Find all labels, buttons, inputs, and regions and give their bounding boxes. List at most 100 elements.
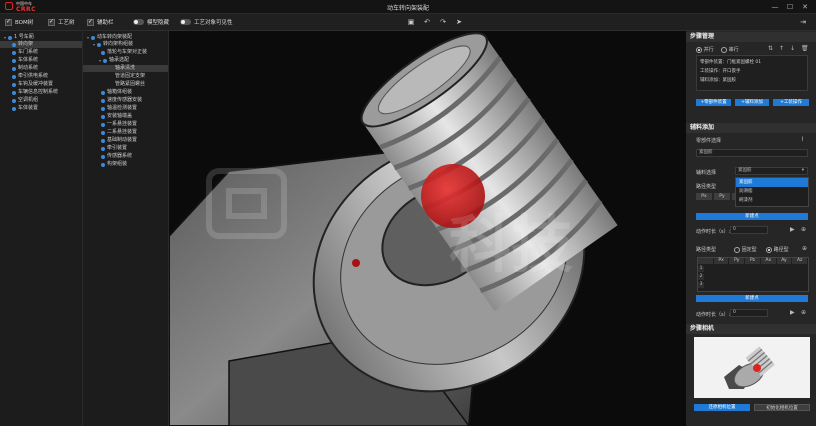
tree-item[interactable]: 管道固定支架 bbox=[115, 73, 145, 80]
add-aux-button[interactable]: +辅料添加 bbox=[735, 99, 769, 106]
bom-tree-panel: ▾ 1 号车厢 转向架 车门系统 车体系统 制动系统 牵引供电系统 车钩及缓冲装置… bbox=[0, 31, 83, 426]
add-icon[interactable]: ⊕ bbox=[802, 245, 807, 252]
tree-item[interactable]: 安装轴端盖 bbox=[101, 113, 132, 120]
minimize-icon[interactable]: — bbox=[770, 2, 780, 12]
process-visible-toggle[interactable]: 工艺对象可见性 bbox=[180, 18, 233, 26]
aux-dropdown-menu[interactable]: 紧固胶 润滑脂 刷漆剂 bbox=[735, 177, 809, 207]
parallel-radio[interactable]: 并行 bbox=[696, 46, 714, 53]
aux-select-label: 辅料选择 bbox=[696, 170, 717, 176]
new-point-button[interactable]: 新建点 bbox=[696, 213, 808, 220]
tree-item[interactable]: 构架组装 bbox=[101, 161, 127, 168]
title-bar: 中国中车 CRRC 动车转向架装配 — ☐ ✕ bbox=[0, 0, 816, 14]
duration-input[interactable]: 0 bbox=[730, 226, 768, 234]
maximize-icon[interactable]: ☐ bbox=[785, 2, 795, 12]
new-point-button2[interactable]: 新建点 bbox=[696, 295, 808, 302]
move-down-icon[interactable]: ↓ bbox=[790, 45, 795, 52]
dropdown-option[interactable]: 刷漆剂 bbox=[736, 196, 808, 205]
tree-item[interactable]: 基础制动装置 bbox=[101, 137, 137, 144]
path-type-label2: 路径类型 bbox=[696, 247, 717, 253]
bolt-model: 科技 bbox=[169, 32, 618, 426]
step-line: 工装操作：开口扳手 bbox=[700, 69, 741, 74]
move-up-icon[interactable]: ↑ bbox=[779, 45, 784, 52]
delete-icon[interactable]: 🗑 bbox=[801, 45, 809, 52]
camera-header: 步骤相机 bbox=[686, 324, 816, 334]
tree-item-car1[interactable]: ▾ 1 号车厢 bbox=[4, 34, 34, 41]
3d-viewport[interactable]: 科技 bbox=[169, 31, 686, 426]
part-field[interactable]: 紧固胶 bbox=[696, 149, 808, 157]
dropdown-option[interactable]: 润滑脂 bbox=[736, 187, 808, 196]
col-header: Py bbox=[729, 258, 746, 264]
table-row[interactable]: 2 bbox=[698, 273, 704, 280]
add-icon[interactable]: ⊕ bbox=[801, 309, 806, 316]
tree-item[interactable]: 传感器系统 bbox=[101, 153, 132, 160]
add-tool-button[interactable]: +工装操作 bbox=[773, 99, 809, 106]
step-mgmt-header: 步骤管理 bbox=[686, 32, 816, 42]
redo-icon[interactable]: ↷ bbox=[438, 17, 448, 27]
duration-label2: 动作时长（s）: bbox=[696, 312, 731, 318]
table-row[interactable]: 1 bbox=[698, 265, 704, 272]
tree-item[interactable]: 车门系统 bbox=[12, 49, 38, 56]
aux-header: 辅料添加 bbox=[686, 123, 816, 133]
path-radio[interactable]: 路径型 bbox=[766, 246, 789, 253]
send-icon[interactable]: ➤ bbox=[454, 17, 464, 27]
tree-item[interactable]: 制动系统 bbox=[12, 65, 38, 72]
col-header: Px bbox=[713, 258, 730, 264]
col-header: Pz bbox=[745, 258, 761, 264]
tree-item[interactable]: 速度传感器安装 bbox=[101, 97, 142, 104]
assist-bar-checkbox[interactable]: 辅助栏 bbox=[87, 18, 114, 26]
tree-item-selected[interactable]: 轴承清洗 bbox=[83, 65, 168, 72]
exit-icon[interactable]: ⇥ bbox=[798, 17, 808, 27]
tree-item-bogie[interactable]: 转向架 bbox=[0, 41, 82, 48]
tree-item[interactable]: 管路紧固螺丝 bbox=[115, 81, 145, 88]
restore-camera-button[interactable]: 还原相机位置 bbox=[694, 404, 750, 411]
bom-tree-checkbox[interactable]: BOM树 bbox=[5, 18, 33, 26]
tree-item[interactable]: 牵引装置 bbox=[101, 145, 127, 152]
tree-item[interactable]: 轴温检测装置 bbox=[101, 105, 137, 112]
duration-label: 动作时长（s）: bbox=[696, 229, 731, 235]
dropdown-option[interactable]: 紧固胶 bbox=[736, 178, 808, 187]
fixed-radio[interactable]: 固定型 bbox=[734, 246, 757, 253]
tree-item[interactable]: ▾ 轴承选配 bbox=[99, 57, 129, 64]
step-list[interactable]: 零部件装置：门框紧固螺栓 01 工装操作：开口扳手 辅料添加：紧固胶 bbox=[696, 55, 808, 91]
tree-item-root[interactable]: ▾ 动车转向架装配 bbox=[87, 34, 132, 41]
tree-item[interactable]: 空调机组 bbox=[12, 97, 38, 104]
play-icon[interactable]: ▶ bbox=[790, 309, 795, 316]
tree-item[interactable]: ▾ 转向架构组装 bbox=[93, 41, 133, 48]
watermark-text: 科技 bbox=[449, 208, 573, 281]
aux-select[interactable]: 紧固胶 ▾ bbox=[735, 167, 808, 175]
tree-item[interactable]: 二系悬挂装置 bbox=[101, 129, 137, 136]
path-table[interactable]: Px Py Pz Ax Ay Az 1 2 3 bbox=[697, 257, 809, 292]
col-header: Ax bbox=[760, 258, 777, 264]
window-title: 动车转向架装配 bbox=[386, 5, 429, 12]
duration-input2[interactable]: 0 bbox=[730, 309, 768, 317]
tree-item[interactable]: 车体装置 bbox=[12, 105, 38, 112]
tree-item[interactable]: 车钩及缓冲装置 bbox=[12, 81, 53, 88]
serial-radio[interactable]: 串行 bbox=[721, 46, 739, 53]
table-row[interactable]: 3 bbox=[698, 281, 704, 288]
step-line: 零部件装置：门框紧固螺栓 01 bbox=[700, 60, 762, 65]
init-camera-button[interactable]: 初始化相机位置 bbox=[754, 404, 810, 411]
tree-item[interactable]: 牵引供电系统 bbox=[12, 73, 48, 80]
chart-icon[interactable]: ⌇ bbox=[801, 136, 804, 143]
col-header bbox=[698, 258, 714, 264]
tree-item[interactable]: 轴箱体组装 bbox=[101, 89, 132, 96]
process-tree-panel: ▾ 动车转向架装配 ▾ 转向架构组装 落轮与车架对正装 ▾ 轴承选配 轴承清洗 管道固… bbox=[83, 31, 169, 426]
model-hide-toggle[interactable]: 模型隐藏 bbox=[133, 18, 169, 26]
undo-icon[interactable]: ↶ bbox=[422, 17, 432, 27]
process-tree-checkbox[interactable]: 工艺树 bbox=[48, 18, 75, 26]
add-icon[interactable]: ⊕ bbox=[801, 226, 806, 233]
col-header: Ay bbox=[776, 258, 793, 264]
col-py: Py bbox=[714, 193, 730, 200]
add-part-button[interactable]: +零部件装置 bbox=[696, 99, 731, 106]
save-icon[interactable]: ▣ bbox=[406, 17, 416, 27]
col-header: Az bbox=[792, 258, 809, 264]
play-icon[interactable]: ▶ bbox=[790, 226, 795, 233]
part-select-label: 零部件选择 bbox=[696, 138, 722, 144]
toolbar: BOM树 工艺树 辅助栏 模型隐藏 工艺对象可见性 ▣ ↶ ↷ ➤ ⇥ bbox=[0, 14, 816, 31]
tree-item[interactable]: 车辆信息控制系统 bbox=[12, 89, 58, 96]
tree-item[interactable]: 车体系统 bbox=[12, 57, 38, 64]
close-icon[interactable]: ✕ bbox=[800, 2, 810, 12]
sort-icon[interactable]: ⇅ bbox=[768, 45, 773, 52]
tree-item[interactable]: 一系悬挂装置 bbox=[101, 121, 137, 128]
tree-item[interactable]: 落轮与车架对正装 bbox=[101, 49, 147, 56]
